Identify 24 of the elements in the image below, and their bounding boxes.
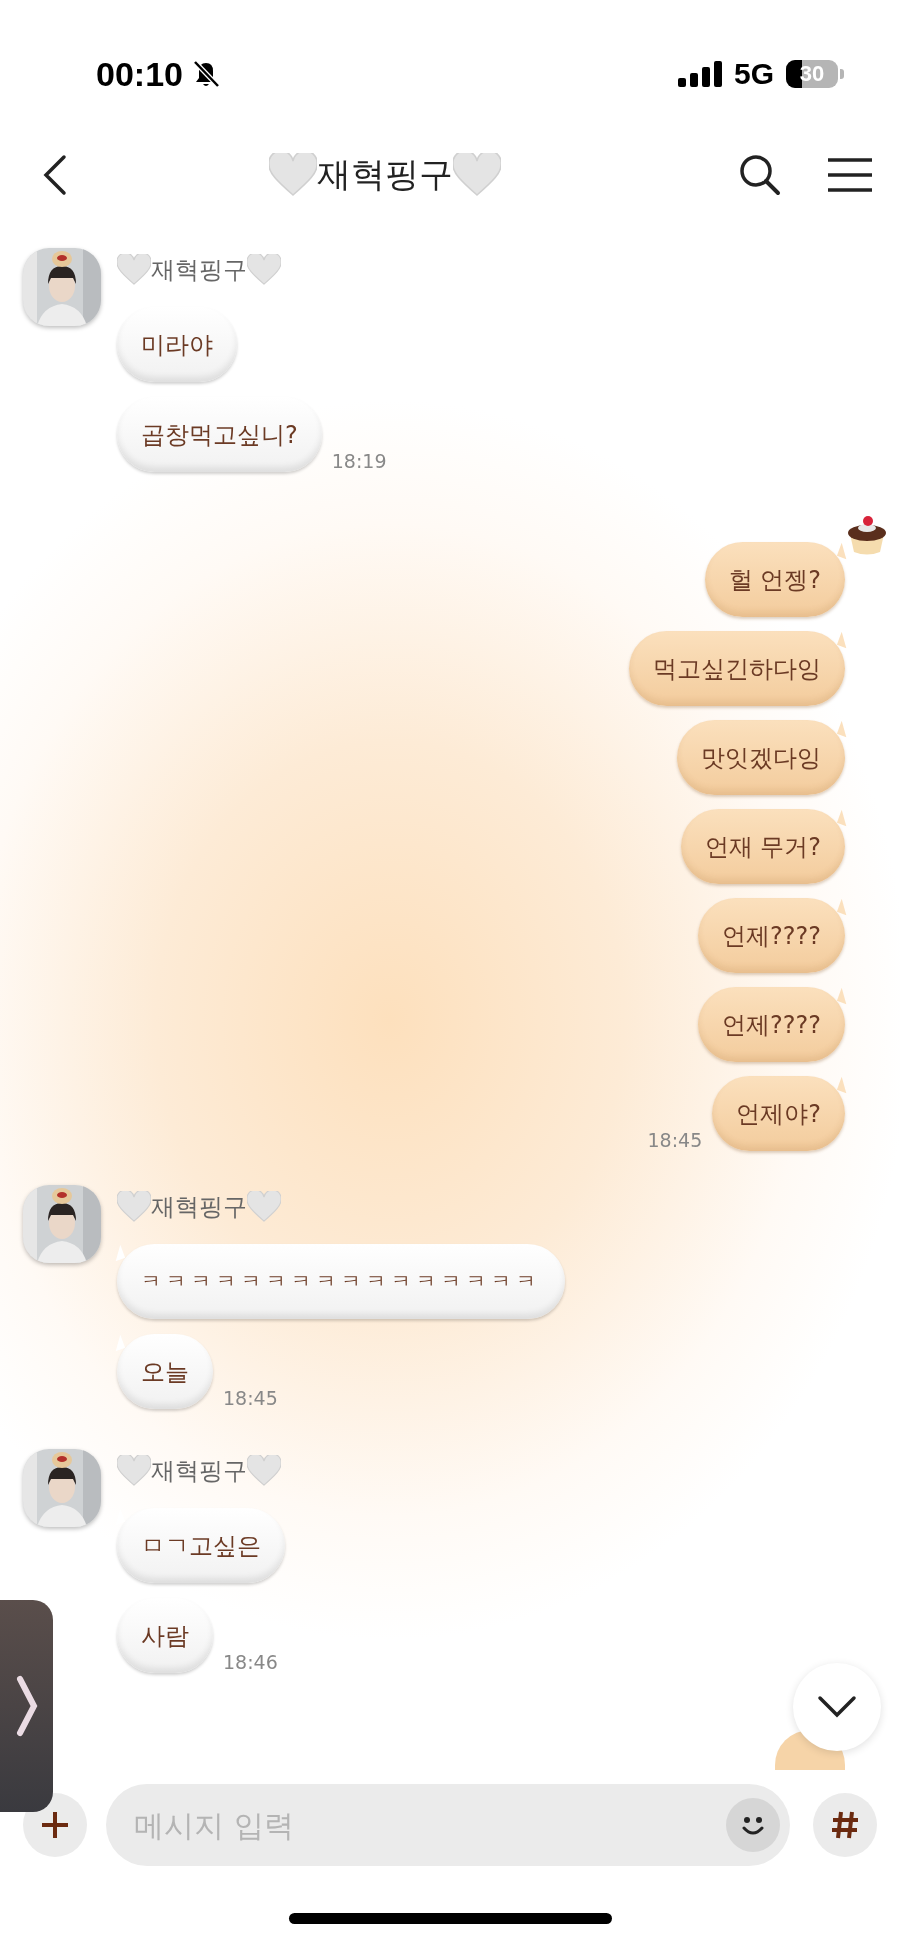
heart-icon	[269, 153, 317, 197]
chat-title: 재혁핑구	[317, 153, 453, 196]
heart-icon	[117, 254, 151, 286]
hashtag-icon	[829, 1809, 861, 1841]
message-time: 18:46	[223, 1651, 278, 1673]
chevron-down-icon	[817, 1695, 857, 1719]
scroll-down-button[interactable]	[793, 1663, 881, 1751]
message-time: 18:45	[223, 1387, 278, 1409]
message-time: 18:19	[331, 450, 387, 472]
heart-icon	[117, 1191, 151, 1223]
signal-icon	[677, 61, 722, 87]
heart-icon	[247, 1455, 281, 1487]
sender-name: 재혁핑구	[151, 255, 247, 286]
side-panel-tab[interactable]	[0, 1600, 53, 1812]
network-label: 5G	[733, 57, 774, 91]
sender-name: 재혁핑구	[151, 1456, 247, 1487]
message-time: 18:45	[647, 1129, 703, 1151]
heart-icon	[247, 254, 281, 286]
heart-icon	[247, 1191, 281, 1223]
heart-icon	[453, 153, 501, 197]
status-time: 00:10	[96, 54, 183, 94]
heart-icon	[117, 1455, 151, 1487]
plus-icon	[39, 1809, 71, 1841]
sender-name: 재혁핑구	[151, 1192, 247, 1223]
